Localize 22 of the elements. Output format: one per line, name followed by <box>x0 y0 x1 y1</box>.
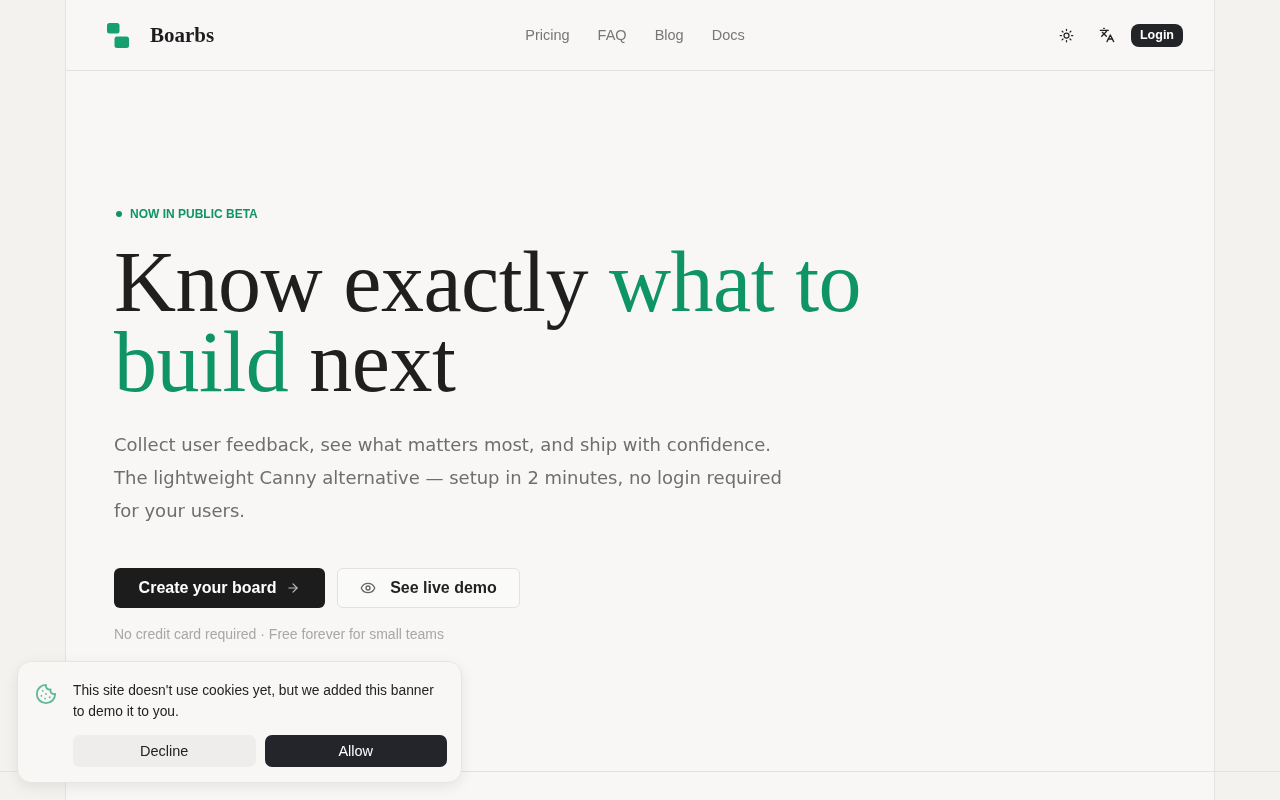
login-button[interactable]: Login <box>1131 23 1183 47</box>
live-demo-button[interactable]: See live demo <box>337 568 520 608</box>
beta-badge-text: NOW IN PUBLIC BETA <box>130 206 258 222</box>
decline-button[interactable]: Decline <box>73 735 256 767</box>
sun-icon <box>1059 27 1075 43</box>
nav-link[interactable]: Blog <box>654 27 684 43</box>
nav-link[interactable]: Pricing <box>525 27 570 43</box>
allow-button[interactable]: Allow <box>264 735 447 767</box>
hero-subtitle: Collect user feedback, see what matters most, and ship with confidence. The lightweight Canny alternative — setup in 2 minutes, no login required for your users. <box>114 433 783 523</box>
fine-print-text: No credit card required · Free forever for small teams <box>114 626 444 642</box>
logo-icon <box>107 22 129 48</box>
brand-name[interactable]: Boarbs <box>150 22 215 48</box>
hero-headline: Know exactly what to build next <box>114 242 863 402</box>
nav-link[interactable]: Docs <box>711 27 745 43</box>
eye-icon <box>360 580 377 596</box>
cookie-message: This site doesn't use cookies yet, but we added this banner to demo it to you. <box>73 682 435 721</box>
nav-link[interactable]: FAQ <box>597 27 627 43</box>
status-dot-icon <box>116 211 122 217</box>
create-board-button[interactable]: Create your board <box>114 568 325 608</box>
translate-icon <box>1099 27 1115 43</box>
cookie-icon <box>35 683 57 705</box>
arrow-right-icon <box>286 581 301 595</box>
